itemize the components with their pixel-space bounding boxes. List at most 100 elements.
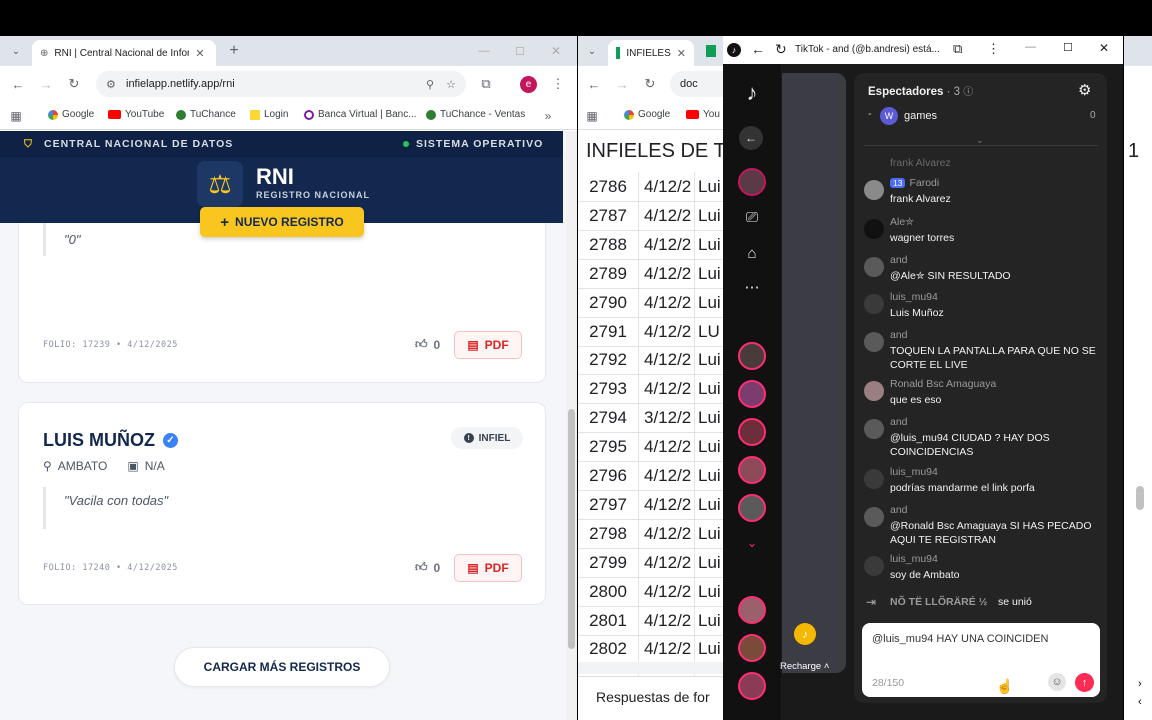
chat-user[interactable]: and xyxy=(890,329,908,341)
chat-avatar[interactable] xyxy=(864,469,884,489)
viewer-avatar[interactable]: W xyxy=(880,107,898,125)
sheet-cell-num[interactable]: 2790 xyxy=(578,293,638,313)
sheet-cell-date[interactable]: 4/12/2 xyxy=(644,350,691,370)
live-avatar[interactable] xyxy=(738,596,766,624)
sheet-cell-name[interactable]: Lui xyxy=(698,466,721,486)
site-info-icon[interactable]: ⚙ xyxy=(106,78,116,91)
back-icon[interactable]: ← xyxy=(751,41,765,57)
extensions-icon[interactable]: ⧉ xyxy=(953,41,962,57)
chat-user[interactable]: luis_mu94 xyxy=(890,291,938,303)
sheet-cell-name[interactable]: Lui xyxy=(698,582,721,602)
like-button[interactable]: 👍︎ 0 xyxy=(415,560,440,575)
chat-user[interactable]: Ale✮ xyxy=(890,216,914,228)
chevron-right-icon[interactable]: › xyxy=(1138,678,1142,690)
sheet-row[interactable]: 2788 4/12/2 Lui xyxy=(578,231,724,260)
menu-icon[interactable]: ⋮ xyxy=(548,74,568,94)
sheet-cell-name[interactable]: Lui xyxy=(698,235,721,255)
profile-avatar[interactable]: e xyxy=(520,76,537,93)
load-more-button[interactable]: CARGAR MÁS REGISTROS xyxy=(174,647,390,687)
sheet-tab-responses[interactable]: Respuestas de for xyxy=(596,689,710,705)
chat-username[interactable]: Farodi xyxy=(909,177,939,189)
sheet-cell-date[interactable]: 4/12/2 xyxy=(644,293,691,313)
minimize-icon[interactable]: — xyxy=(1025,41,1036,53)
chat-user[interactable]: luis_mu94 xyxy=(890,553,938,565)
maximize-icon[interactable]: ☐ xyxy=(510,41,530,61)
sheet-cell-name[interactable]: LU xyxy=(698,322,720,342)
sheet-cell-date[interactable]: 4/12/2 xyxy=(644,553,691,573)
sheet-cell-date[interactable]: 4/12/2 xyxy=(644,177,691,197)
sheet-cell-date[interactable]: 4/12/2 xyxy=(644,206,691,226)
live-avatar[interactable] xyxy=(738,456,766,484)
chat-user[interactable]: Ronald Bsc Amaguaya xyxy=(890,378,996,390)
sheet-cell-num[interactable]: 2791 xyxy=(578,322,638,342)
zoom-icon[interactable]: ⚲ xyxy=(426,78,434,91)
sheet-cell-num[interactable]: 2793 xyxy=(578,379,638,399)
chat-user[interactable]: and xyxy=(890,254,908,266)
sheet-cell-date[interactable]: 4/12/2 xyxy=(644,582,691,602)
bookmark-login[interactable]: Login xyxy=(250,109,288,120)
pdf-button[interactable]: ▤ PDF xyxy=(454,554,522,582)
page-scrollbar[interactable] xyxy=(566,131,577,720)
live-avatar[interactable] xyxy=(738,634,766,662)
pdf-button[interactable]: ▤ PDF xyxy=(454,331,522,359)
sheet-cell-date[interactable]: 4/12/2 xyxy=(644,235,691,255)
sheet-row[interactable]: 2786 4/12/2 Lui xyxy=(578,173,724,202)
bookmark-google[interactable]: Google xyxy=(48,109,94,120)
sheet-cell-name[interactable]: Lui xyxy=(698,437,721,457)
sheet-row[interactable]: 2799 4/12/2 Lui xyxy=(578,549,724,578)
sheet-cell-name[interactable]: Lui xyxy=(698,264,721,284)
live-home-icon[interactable]: ⌂ xyxy=(739,240,765,266)
bookmark-tuchance[interactable]: TuChance xyxy=(176,109,236,120)
sheet-cell-name[interactable]: Lui xyxy=(698,639,721,659)
send-arrow-icon[interactable]: ↑ xyxy=(1075,673,1094,692)
chat-avatar[interactable] xyxy=(864,294,884,314)
close-tab-icon[interactable]: ✕ xyxy=(677,47,686,60)
sheet-row[interactable]: 2798 4/12/2 Lui xyxy=(578,520,724,549)
sheet-cell-name[interactable]: Lui xyxy=(698,611,721,631)
chevron-left-icon[interactable]: ‹ xyxy=(1138,696,1142,708)
sheet-row[interactable]: 2802 4/12/2 Lui xyxy=(578,635,724,665)
sheet-cell-date[interactable]: 4/12/2 xyxy=(644,264,691,284)
sheet-cell-name[interactable]: Lui xyxy=(698,408,721,428)
emoji-icon[interactable]: ☺ xyxy=(1048,673,1066,691)
chat-avatar[interactable] xyxy=(864,507,884,527)
chat-avatar[interactable] xyxy=(864,556,884,576)
sheet-cell-date[interactable]: 4/12/2 xyxy=(644,611,691,631)
sheet-cell-num[interactable]: 2794 xyxy=(578,408,638,428)
live-avatar[interactable] xyxy=(738,672,766,700)
coin-icon[interactable]: ♪ xyxy=(794,623,816,645)
sheet-cell-num[interactable]: 2800 xyxy=(578,582,638,602)
sheet-cell-num[interactable]: 2786 xyxy=(578,177,638,197)
sheet-cell-num[interactable]: 2788 xyxy=(578,235,638,255)
sheet-row[interactable]: 2796 4/12/2 Lui xyxy=(578,462,724,491)
sheet-cell-name[interactable]: Lui xyxy=(698,350,721,370)
sheet-cell-num[interactable]: 2789 xyxy=(578,264,638,284)
chevron-down-icon[interactable]: ⌄ xyxy=(739,530,765,556)
sheet-cell-num[interactable]: 2801 xyxy=(578,611,638,631)
sheet-cell-date[interactable]: 4/12/2 xyxy=(644,379,691,399)
sheet-cell-date[interactable]: 4/12/2 xyxy=(644,322,691,342)
minimize-icon[interactable]: — xyxy=(474,41,494,61)
sheet-cell-num[interactable]: 2802 xyxy=(578,639,638,659)
sheet-cell-name[interactable]: Lui xyxy=(698,553,721,573)
sheet-cell-num[interactable]: 2796 xyxy=(578,466,638,486)
rni-logo[interactable]: ⚖ xyxy=(197,161,243,207)
extensions-icon[interactable]: ⧉ xyxy=(476,74,496,94)
sheet-cell-num[interactable]: 2792 xyxy=(578,350,638,370)
chat-avatar[interactable] xyxy=(864,419,884,439)
sheet-row[interactable]: 2791 4/12/2 LU xyxy=(578,318,724,347)
tab-search-icon[interactable]: ⌄ xyxy=(6,41,26,61)
live-avatar[interactable] xyxy=(738,418,766,446)
chat-avatar[interactable] xyxy=(864,180,884,200)
sheet-cell-date[interactable]: 4/12/2 xyxy=(644,466,691,486)
sheet-cell-name[interactable]: Lui xyxy=(698,206,721,226)
apps-icon[interactable]: ▦ xyxy=(582,106,602,126)
chat-username[interactable]: luis_mu94 xyxy=(890,291,938,303)
apps-icon[interactable]: ▦ xyxy=(6,106,26,126)
sheet-cell-num[interactable]: 2787 xyxy=(578,206,638,226)
chat-username[interactable]: luis_mu94 xyxy=(890,466,938,478)
sheet-cell-name[interactable]: Lui xyxy=(698,293,721,313)
more-dots-icon[interactable]: ⋯ xyxy=(739,274,765,300)
chat-username[interactable]: luis_mu94 xyxy=(890,553,938,565)
menu-icon[interactable]: ⋮ xyxy=(987,41,1000,57)
